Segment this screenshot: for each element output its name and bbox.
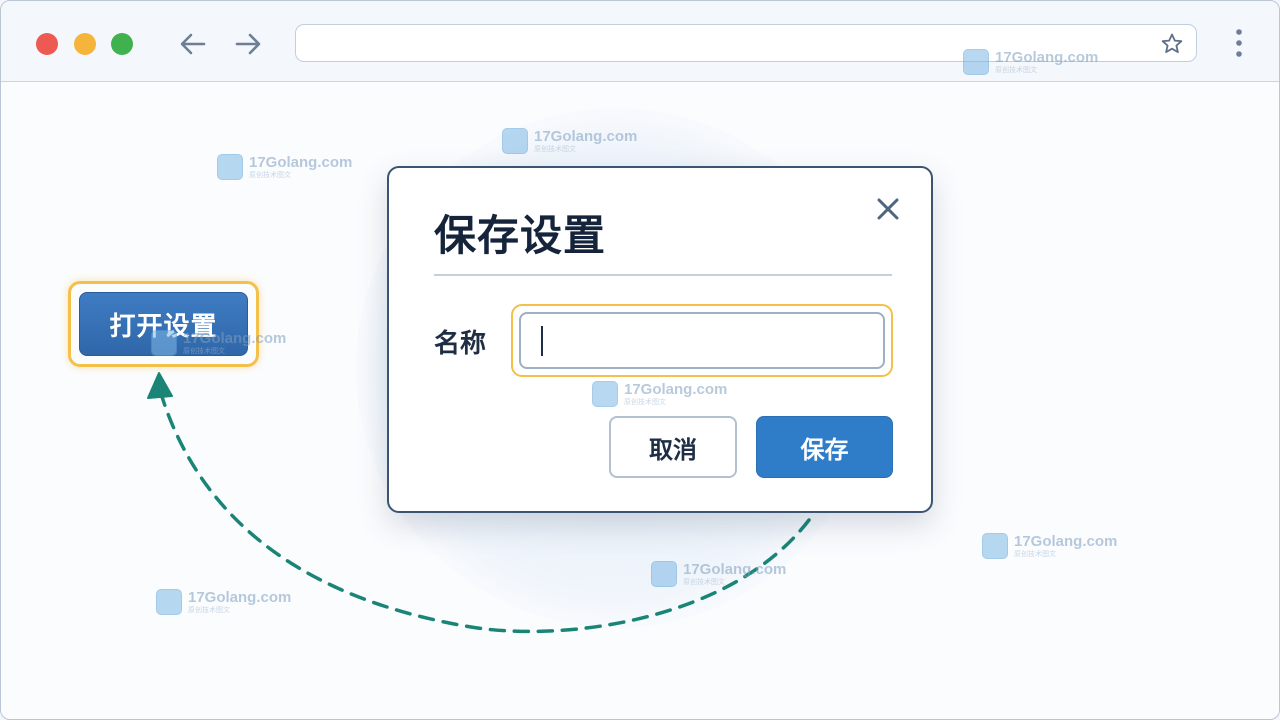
open-settings-button[interactable]: 打开设置 <box>79 292 248 356</box>
name-field-label: 名称 <box>434 329 487 359</box>
save-settings-dialog: 保存设置 名称 取消 保存 <box>387 166 933 513</box>
open-settings-focus-ring: 打开设置 <box>68 281 259 367</box>
window-close-dot[interactable] <box>36 33 58 55</box>
watermark-logo-icon <box>982 533 1008 559</box>
watermark: 17Golang.com 原创技术图文 <box>156 589 291 615</box>
save-button[interactable]: 保存 <box>756 416 893 478</box>
dialog-title: 保存设置 <box>434 211 607 260</box>
bookmark-star-icon[interactable] <box>1160 32 1184 56</box>
browser-toolbar <box>1 1 1279 82</box>
name-input[interactable] <box>519 312 885 369</box>
address-input[interactable] <box>310 31 1154 57</box>
watermark-logo-icon <box>156 589 182 615</box>
watermark-logo-icon <box>217 154 243 180</box>
watermark: 17Golang.com 原创技术图文 <box>217 154 352 180</box>
window-minimize-dot[interactable] <box>74 33 96 55</box>
name-input-focus-ring <box>511 304 893 377</box>
cancel-button[interactable]: 取消 <box>609 416 737 478</box>
address-bar[interactable] <box>295 24 1197 62</box>
watermark: 17Golang.com 原创技术图文 <box>982 533 1117 559</box>
window-maximize-dot[interactable] <box>111 33 133 55</box>
text-caret <box>541 326 543 356</box>
forward-arrow-icon[interactable] <box>233 29 263 59</box>
close-icon[interactable] <box>873 194 903 224</box>
page-content: 打开设置 保存设置 名称 取消 保存 17Golang.com 原创技术图文 1… <box>1 49 1279 719</box>
back-arrow-icon[interactable] <box>178 29 208 59</box>
kebab-menu-icon[interactable] <box>1227 27 1251 59</box>
dialog-divider <box>434 274 892 276</box>
browser-window: 打开设置 保存设置 名称 取消 保存 17Golang.com 原创技术图文 1… <box>0 0 1280 720</box>
